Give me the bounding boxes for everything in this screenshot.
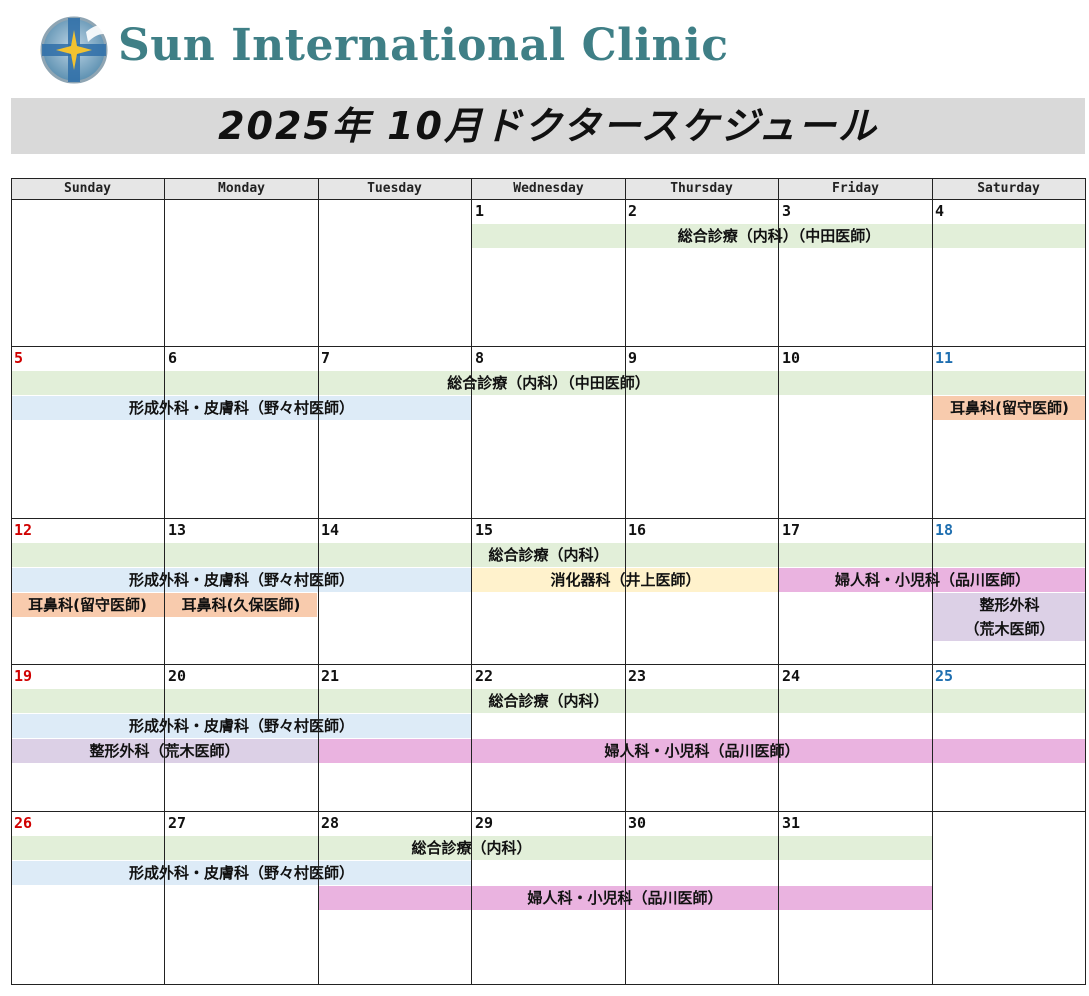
weekday-friday: Friday [832, 181, 879, 196]
weekday-saturday: Saturday [977, 181, 1040, 196]
day-number: 8 [475, 349, 485, 367]
day-number-saturday: 25 [935, 667, 954, 685]
day-number: 1 [475, 202, 485, 220]
event-orthopedics-line1: 整形外科 [979, 596, 1040, 614]
day-number: 21 [321, 667, 340, 685]
event-ent[interactable]: 耳鼻科(留守医師) [11, 593, 164, 617]
day-number: 9 [628, 349, 638, 367]
grid-line [11, 518, 1086, 519]
grid-line [778, 178, 779, 985]
event-plastic-dermatology[interactable]: 形成外科・皮膚科（野々村医師） [11, 861, 472, 885]
grid-line [164, 178, 165, 985]
event-plastic-dermatology[interactable]: 形成外科・皮膚科（野々村医師） [11, 568, 472, 592]
event-orthopedics-line2: （荒木医師） [964, 620, 1055, 638]
event-ent[interactable]: 耳鼻科(留守医師) [933, 396, 1086, 420]
day-number: 22 [475, 667, 494, 685]
day-number: 23 [628, 667, 647, 685]
day-number: 16 [628, 521, 647, 539]
event-orthopedics[interactable]: 整形外科 （荒木医師） [933, 593, 1086, 641]
grid-line [11, 984, 1086, 985]
grid-line [625, 178, 626, 985]
sun-star-logo-icon [40, 16, 111, 84]
day-number: 20 [168, 667, 187, 685]
weekday-sunday: Sunday [64, 181, 111, 196]
grid-line [1085, 178, 1086, 985]
day-number-sunday: 12 [14, 521, 33, 539]
day-number: 10 [782, 349, 801, 367]
grid-line [932, 178, 933, 985]
weekday-monday: Monday [218, 181, 265, 196]
event-gynecology-pediatrics[interactable]: 婦人科・小児科（品川医師） [318, 739, 1086, 763]
day-number: 30 [628, 814, 647, 832]
day-number: 27 [168, 814, 187, 832]
day-number: 3 [782, 202, 792, 220]
grid-line [11, 178, 1086, 179]
event-general-medicine[interactable]: 総合診療（内科） [11, 689, 1086, 713]
event-ent[interactable]: 耳鼻科(久保医師) [165, 593, 317, 617]
title-bar: 2025年 10月ドクタースケジュール [11, 98, 1085, 154]
grid-line [318, 178, 319, 985]
day-number: 29 [475, 814, 494, 832]
weekday-header-row: Sunday Monday Tuesday Wednesday Thursday… [11, 178, 1086, 199]
event-plastic-dermatology[interactable]: 形成外科・皮膚科（野々村医師） [11, 714, 472, 738]
weekday-wednesday: Wednesday [513, 181, 584, 196]
weekday-tuesday: Tuesday [367, 181, 422, 196]
day-number-sunday: 5 [14, 349, 24, 367]
day-number-sunday: 19 [14, 667, 33, 685]
day-number: 31 [782, 814, 801, 832]
clinic-name: Sun International Clinic [118, 20, 729, 71]
day-number-saturday: 18 [935, 521, 954, 539]
day-number: 14 [321, 521, 340, 539]
day-number: 17 [782, 521, 801, 539]
day-number: 28 [321, 814, 340, 832]
grid-line [11, 664, 1086, 665]
day-number-sunday: 26 [14, 814, 33, 832]
grid-line [11, 178, 12, 985]
day-number: 4 [935, 202, 945, 220]
day-number: 13 [168, 521, 187, 539]
event-general-medicine[interactable]: 総合診療（内科）（中田医師） [11, 371, 1086, 395]
day-number: 7 [321, 349, 331, 367]
event-general-medicine[interactable]: 総合診療（内科） [11, 543, 1086, 567]
grid-line [11, 811, 1086, 812]
day-number: 2 [628, 202, 638, 220]
grid-line [11, 199, 1086, 200]
page-title: 2025年 10月ドクタースケジュール [218, 104, 878, 148]
event-general-medicine[interactable]: 総合診療（内科）（中田医師） [472, 224, 1086, 248]
event-plastic-dermatology[interactable]: 形成外科・皮膚科（野々村医師） [11, 396, 472, 420]
clinic-logo [38, 12, 114, 84]
calendar-grid: Sunday Monday Tuesday Wednesday Thursday… [11, 178, 1086, 985]
grid-line [11, 346, 1086, 347]
grid-line [471, 178, 472, 985]
day-number-saturday: 11 [935, 349, 954, 367]
day-number: 15 [475, 521, 494, 539]
day-number: 6 [168, 349, 178, 367]
day-number: 24 [782, 667, 801, 685]
weekday-thursday: Thursday [670, 181, 733, 196]
